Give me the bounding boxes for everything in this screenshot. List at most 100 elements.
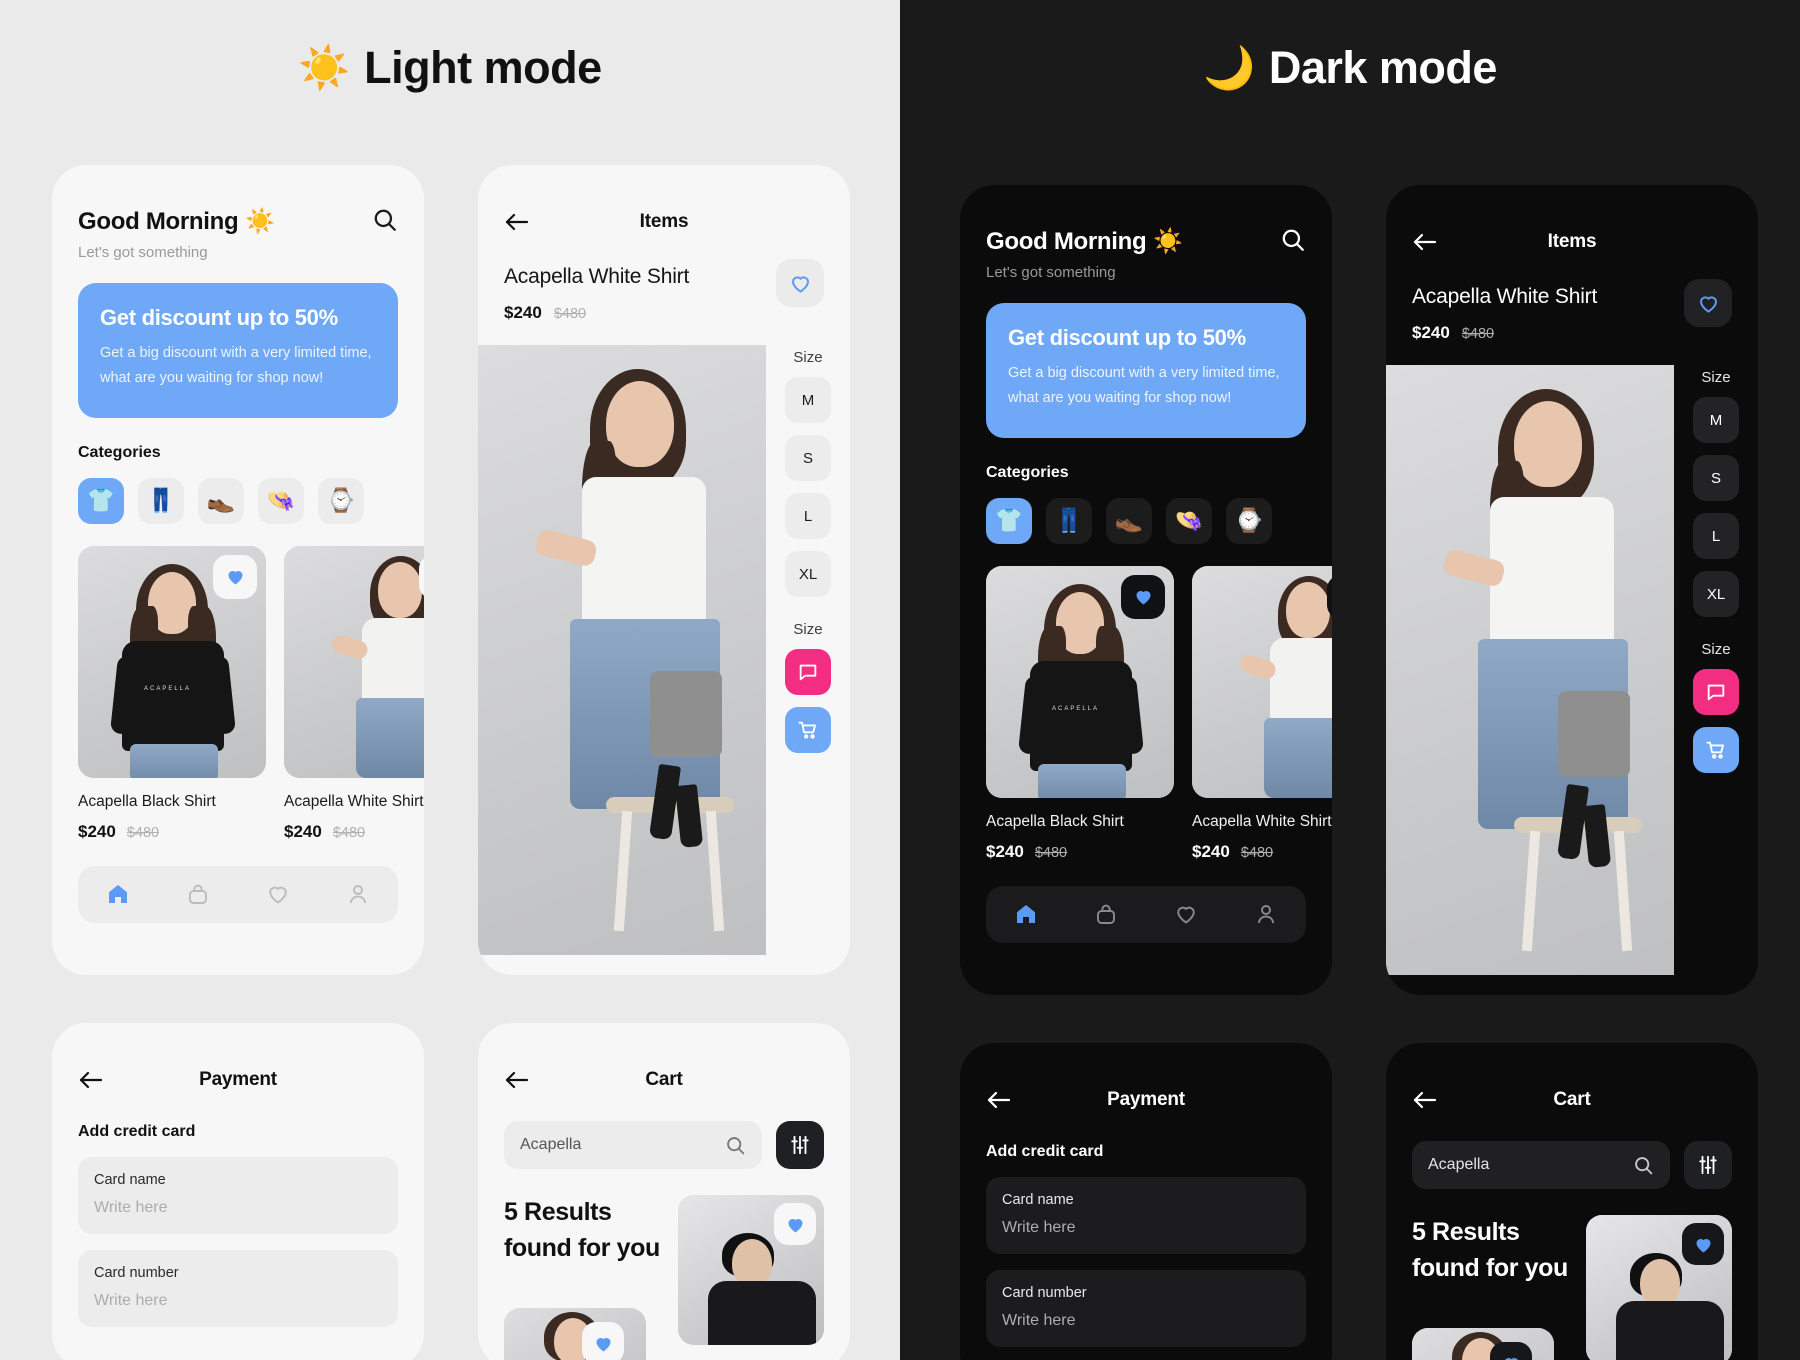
product-old-price: $480 xyxy=(126,824,160,841)
size-option-l[interactable]: L xyxy=(785,493,831,539)
favorite-button[interactable] xyxy=(776,259,824,307)
favorite-button[interactable] xyxy=(1121,574,1165,619)
product-card[interactable]: ACAPELLA Acapella Black Shirt $240 $480 xyxy=(78,545,266,842)
search-icon[interactable] xyxy=(372,207,398,233)
back-arrow-icon[interactable] xyxy=(504,1069,530,1091)
size-option-xl[interactable]: XL xyxy=(785,551,831,597)
cart-icon xyxy=(1706,741,1724,759)
cart-result-card[interactable] xyxy=(678,1195,824,1345)
category-shoes[interactable]: 👞 xyxy=(1106,497,1152,544)
results-line-2: found for you xyxy=(504,1233,660,1262)
favorite-button[interactable] xyxy=(1682,1223,1724,1265)
nav-item-bag[interactable] xyxy=(1086,894,1126,934)
nav-item-favorite[interactable] xyxy=(1166,894,1206,934)
jeans-icon: 👖 xyxy=(1054,507,1084,534)
payment-screen: Payment Add credit card Card name Write … xyxy=(960,1043,1332,1360)
bottom-nav xyxy=(78,865,398,923)
item-hero-image xyxy=(1386,365,1674,975)
category-shoes[interactable]: 👞 xyxy=(198,477,244,524)
chat-button[interactable] xyxy=(1693,669,1739,715)
size-option-m[interactable]: M xyxy=(785,377,831,423)
filter-button[interactable] xyxy=(1684,1141,1732,1189)
category-jeans[interactable]: 👖 xyxy=(138,477,184,524)
add-to-cart-button[interactable] xyxy=(1693,727,1739,773)
back-arrow-icon[interactable] xyxy=(504,211,530,233)
product-card[interactable]: Acapella White Shirt $240 $480 xyxy=(284,545,424,842)
cart-title: Cart xyxy=(645,1069,683,1090)
nav-item-profile[interactable] xyxy=(1246,894,1286,934)
card-number-field[interactable]: Card number Write here xyxy=(78,1250,398,1327)
card-name-input[interactable]: Write here xyxy=(1002,1219,1290,1237)
item-header: Acapella White Shirt $240 $480 xyxy=(1386,257,1758,343)
nav-item-profile[interactable] xyxy=(338,874,378,914)
promo-subtitle: Get a big discount with a very limited t… xyxy=(100,341,376,392)
product-price: $240 xyxy=(284,821,322,841)
search-icon xyxy=(1635,1156,1653,1174)
card-number-label: Card number xyxy=(94,1265,179,1281)
item-product-title: Acapella White Shirt xyxy=(1412,285,1598,308)
product-name: Acapella Black Shirt xyxy=(78,792,216,810)
chat-button[interactable] xyxy=(785,649,831,695)
filter-button[interactable] xyxy=(776,1121,824,1169)
product-price: $240 xyxy=(78,821,116,841)
mode-emoji: 🌙 xyxy=(1203,44,1255,91)
search-input[interactable]: Acapella xyxy=(504,1121,762,1169)
filter-sliders-icon xyxy=(1699,1155,1717,1175)
size-option-xl[interactable]: XL xyxy=(1693,571,1739,617)
watch-icon: ⌚ xyxy=(326,487,356,514)
card-name-field[interactable]: Card name Write here xyxy=(986,1177,1306,1254)
category-hat[interactable]: 👒 xyxy=(258,477,304,524)
back-arrow-icon[interactable] xyxy=(1412,1089,1438,1111)
bottom-nav xyxy=(986,885,1306,943)
size-option-l[interactable]: L xyxy=(1693,513,1739,559)
size-option-s[interactable]: S xyxy=(785,435,831,481)
back-arrow-icon[interactable] xyxy=(1412,231,1438,253)
card-number-field[interactable]: Card number Write here xyxy=(986,1270,1306,1347)
search-icon xyxy=(727,1136,745,1154)
jeans-icon: 👖 xyxy=(146,487,176,514)
promo-banner[interactable]: Get discount up to 50% Get a big discoun… xyxy=(986,303,1306,438)
card-name-field[interactable]: Card name Write here xyxy=(78,1157,398,1234)
category-watch[interactable]: ⌚ xyxy=(318,477,364,524)
add-to-cart-button[interactable] xyxy=(785,707,831,753)
nav-item-favorite[interactable] xyxy=(258,874,298,914)
cart-result-card[interactable] xyxy=(504,1308,646,1360)
cart-result-card[interactable] xyxy=(1586,1215,1732,1360)
favorite-button[interactable] xyxy=(1684,279,1732,327)
back-arrow-icon[interactable] xyxy=(986,1089,1012,1111)
shirt-icon: 👕 xyxy=(994,507,1024,534)
cart-result-card[interactable] xyxy=(1412,1328,1554,1360)
chat-icon xyxy=(799,664,817,681)
promo-banner[interactable]: Get discount up to 50% Get a big discoun… xyxy=(78,283,398,418)
categories-list: 👕 👖 👞 👒 ⌚ xyxy=(986,497,1306,544)
nav-item-home[interactable] xyxy=(98,874,138,914)
mode-title-text: Dark mode xyxy=(1268,42,1498,93)
promo-line-1: Get a big discount with a very limited t… xyxy=(100,345,372,361)
product-list: ACAPELLA Acapella Black Shirt $240 $480 xyxy=(986,565,1332,862)
product-old-price: $480 xyxy=(332,824,366,841)
search-input-value: Acapella xyxy=(1428,1156,1490,1173)
search-input[interactable]: Acapella xyxy=(1412,1141,1670,1189)
category-watch[interactable]: ⌚ xyxy=(1226,497,1272,544)
card-number-input[interactable]: Write here xyxy=(1002,1312,1290,1330)
product-card[interactable]: Acapella White Shirt $240 $480 xyxy=(1192,565,1332,862)
size-option-s[interactable]: S xyxy=(1693,455,1739,501)
nav-item-bag[interactable] xyxy=(178,874,218,914)
category-shirt[interactable]: 👕 xyxy=(78,477,124,524)
category-hat[interactable]: 👒 xyxy=(1166,497,1212,544)
categories-label: Categories xyxy=(986,463,1069,481)
back-arrow-icon[interactable] xyxy=(78,1069,104,1091)
category-shirt[interactable]: 👕 xyxy=(986,497,1032,544)
favorite-button[interactable] xyxy=(582,1322,624,1360)
favorite-button[interactable] xyxy=(213,554,257,599)
nav-item-home[interactable] xyxy=(1006,894,1046,934)
item-price: $240 xyxy=(1412,323,1450,342)
favorite-button[interactable] xyxy=(774,1203,816,1245)
category-jeans[interactable]: 👖 xyxy=(1046,497,1092,544)
card-number-input[interactable]: Write here xyxy=(94,1292,382,1310)
search-icon[interactable] xyxy=(1280,227,1306,253)
favorite-button[interactable] xyxy=(1490,1342,1532,1360)
size-option-m[interactable]: M xyxy=(1693,397,1739,443)
product-card[interactable]: ACAPELLA Acapella Black Shirt $240 $480 xyxy=(986,565,1174,862)
card-name-input[interactable]: Write here xyxy=(94,1199,382,1217)
